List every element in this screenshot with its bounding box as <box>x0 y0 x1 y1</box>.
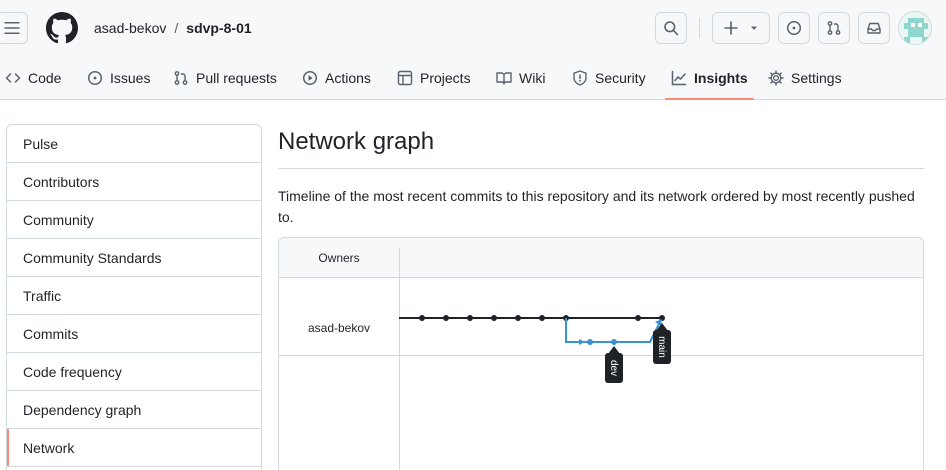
issue-opened-icon <box>87 70 103 86</box>
tab-issues[interactable]: Issues <box>87 56 150 100</box>
tab-wiki[interactable]: Wiki <box>496 56 545 100</box>
tab-actions[interactable]: Actions <box>302 56 371 100</box>
search-icon <box>664 21 679 36</box>
tab-insights-label: Insights <box>694 70 748 86</box>
dev-branch-line <box>565 318 660 343</box>
menu-button[interactable] <box>0 12 28 44</box>
repo-nav: Code Issues Pull requests Actions Projec… <box>0 56 946 100</box>
dev-branch-arrowhead <box>579 339 585 345</box>
main-content: Network graph Timeline of the most recen… <box>278 124 924 228</box>
sidebar-item-label: Pulse <box>23 135 59 152</box>
identicon-icon <box>899 12 931 44</box>
sidebar-item-network[interactable]: Network <box>7 429 261 467</box>
sidebar-item-label: Community Standards <box>23 249 162 266</box>
dev-branch-label: dev <box>608 360 619 376</box>
main-commit-dot[interactable] <box>539 315 545 321</box>
sidebar-item-dependency-graph[interactable]: Dependency graph <box>7 391 261 429</box>
tab-issues-label: Issues <box>110 70 151 86</box>
tab-code[interactable]: Code <box>5 56 61 100</box>
main-commit-dot[interactable] <box>491 315 497 321</box>
main-commit-dot[interactable] <box>443 315 449 321</box>
sidebar-item-contributors[interactable]: Contributors <box>7 163 261 201</box>
inbox-button[interactable] <box>858 12 890 44</box>
dev-commit-dot[interactable] <box>611 339 617 345</box>
sidebar-item-label: Community <box>23 211 94 228</box>
sidebar-item-label: Traffic <box>23 287 62 304</box>
menu-icon <box>4 22 20 34</box>
sidebar-item-pulse[interactable]: Pulse <box>7 125 261 163</box>
sidebar-item-community[interactable]: Community <box>7 201 261 239</box>
breadcrumb-repo[interactable]: sdvp-8-01 <box>186 19 251 37</box>
github-logo-icon[interactable] <box>46 12 78 44</box>
breadcrumb: asad-bekov / sdvp-8-01 <box>94 19 252 37</box>
tab-wiki-label: Wiki <box>519 70 546 86</box>
app-header: asad-bekov / sdvp-8-01 Code Issues Pull … <box>0 0 946 100</box>
dev-commit-dot[interactable] <box>587 339 593 345</box>
tab-insights[interactable]: Insights <box>665 56 754 100</box>
sidebar-item-code-frequency[interactable]: Code frequency <box>7 353 261 391</box>
tab-pull-requests[interactable]: Pull requests <box>173 56 277 100</box>
tab-projects[interactable]: Projects <box>397 56 471 100</box>
sidebar-item-label: Dependency graph <box>23 401 142 418</box>
tab-settings[interactable]: Settings <box>768 56 842 100</box>
main-branch-label: main <box>656 336 667 358</box>
main-commit-dot[interactable] <box>467 315 473 321</box>
play-icon <box>302 70 318 86</box>
create-new-button[interactable] <box>712 12 770 44</box>
search-button[interactable] <box>655 12 687 44</box>
pull-requests-button[interactable] <box>818 12 850 44</box>
tab-actions-label: Actions <box>325 70 371 86</box>
gear-icon <box>768 70 784 86</box>
issues-button[interactable] <box>778 12 810 44</box>
graph-icon <box>671 70 687 86</box>
dev-label-pointer <box>608 346 620 354</box>
main-commit-dot[interactable] <box>635 315 641 321</box>
topbar-divider <box>699 18 700 38</box>
main-commit-dot[interactable] <box>515 315 521 321</box>
plus-icon <box>724 21 738 35</box>
page-title: Network graph <box>278 124 924 169</box>
git-pull-request-icon <box>174 71 188 85</box>
sidebar-item-label: Contributors <box>23 173 100 190</box>
git-pull-request-icon <box>827 21 841 35</box>
book-icon <box>496 72 512 85</box>
triangle-down-icon <box>751 26 757 30</box>
code-icon <box>5 73 21 83</box>
tab-settings-label: Settings <box>791 70 842 86</box>
breadcrumb-owner[interactable]: asad-bekov <box>94 19 166 37</box>
breadcrumb-separator: / <box>174 20 179 36</box>
tab-security[interactable]: Security <box>572 56 646 100</box>
main-commit-dot[interactable] <box>419 315 425 321</box>
sidebar-item-label: Commits <box>23 325 79 342</box>
sidebar-item-community-standards[interactable]: Community Standards <box>7 239 261 277</box>
network-graph-canvas: main dev <box>399 315 671 383</box>
user-avatar[interactable] <box>898 11 932 45</box>
tab-code-label: Code <box>28 70 62 86</box>
sidebar-item-label: Network <box>23 439 75 456</box>
global-topbar: asad-bekov / sdvp-8-01 <box>0 0 946 56</box>
network-graph[interactable]: Owners asad-bekov main dev <box>278 237 924 470</box>
inbox-icon <box>867 22 881 34</box>
tab-security-label: Security <box>595 70 646 86</box>
sidebar-item-label: Code frequency <box>23 363 122 380</box>
tab-pull-requests-label: Pull requests <box>196 70 277 86</box>
page-description: Timeline of the most recent commits to t… <box>278 188 915 225</box>
issue-opened-icon <box>786 20 802 36</box>
sidebar-item-traffic[interactable]: Traffic <box>7 277 261 315</box>
tab-projects-label: Projects <box>420 70 471 86</box>
shield-icon <box>573 70 587 86</box>
table-icon <box>397 70 413 86</box>
insights-sidebar: Pulse Contributors Community Community S… <box>6 124 262 470</box>
sidebar-item-commits[interactable]: Commits <box>7 315 261 353</box>
